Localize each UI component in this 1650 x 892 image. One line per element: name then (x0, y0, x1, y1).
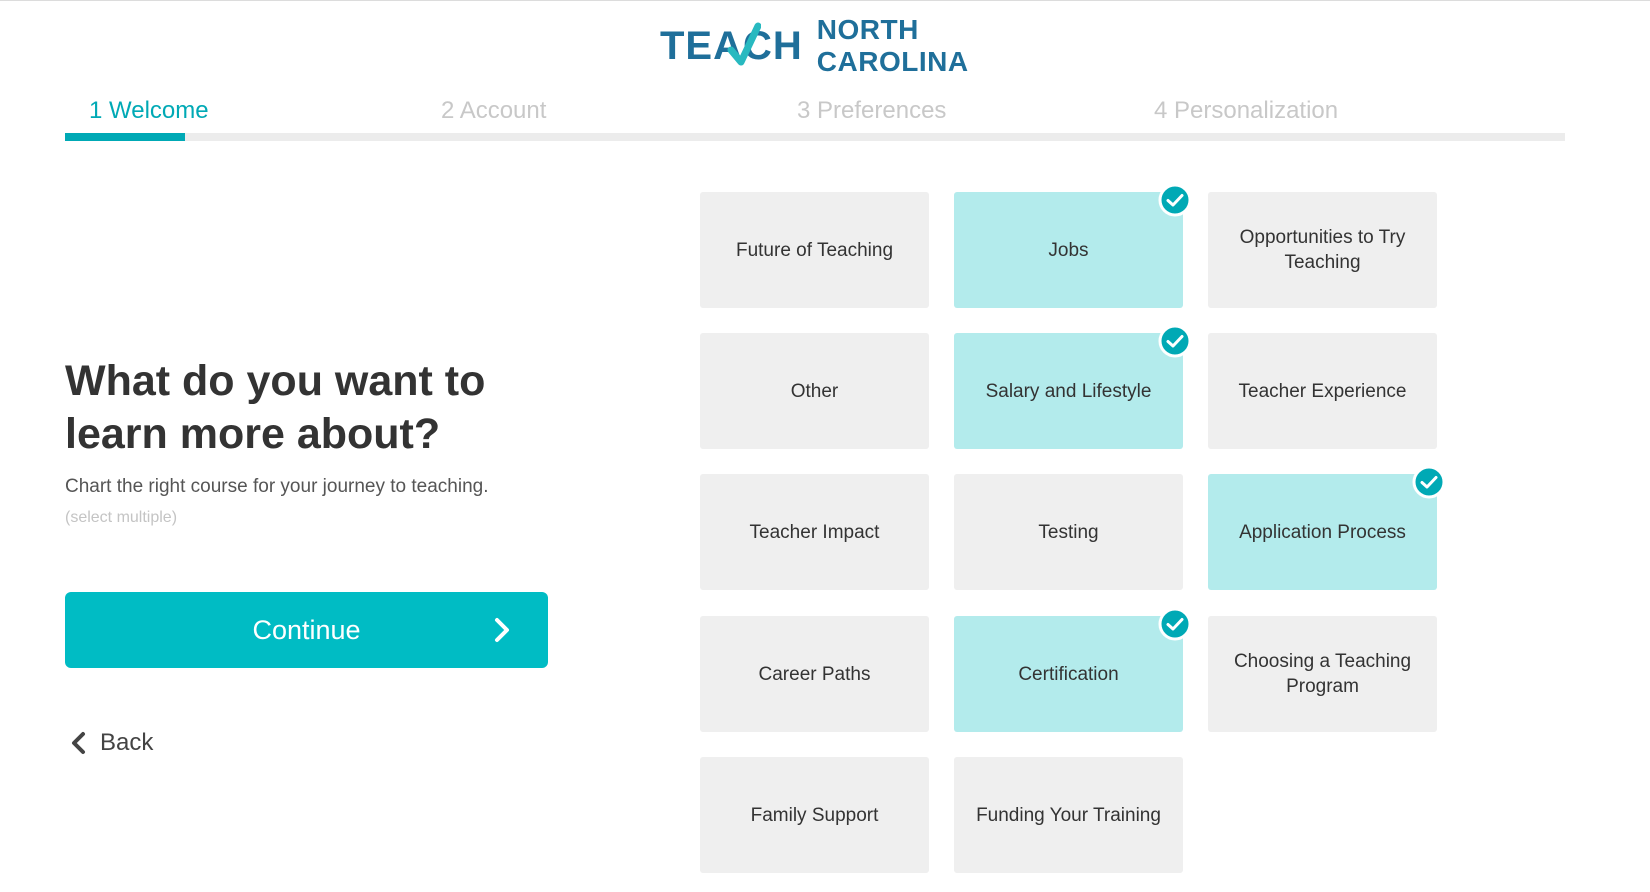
topic-label: Funding Your Training (976, 804, 1161, 826)
topic-tile-funding-your-training[interactable]: Funding Your Training (954, 757, 1183, 873)
topic-label: Family Support (750, 804, 879, 826)
chevron-left-icon (72, 732, 85, 754)
teach-nc-logo: TEACH NORTH CAROLINA (660, 13, 969, 79)
topic-tile-application-process[interactable]: Application Process (1208, 465, 1446, 590)
topic-tile-certification[interactable]: Certification (954, 607, 1192, 732)
check-circle-icon (1158, 324, 1192, 358)
topic-label: Certification (1018, 663, 1119, 685)
logo-teach-wordmark: TEACH (660, 22, 803, 66)
logo-state-line1: NORTH (816, 13, 919, 45)
topic-tile-choosing-a-teaching-program[interactable]: Choosing a Teaching Program (1208, 616, 1437, 732)
step-welcome[interactable]: 1 Welcome (89, 97, 209, 125)
topic-tile-teacher-experience[interactable]: Teacher Experience (1208, 333, 1437, 449)
checkmark-icon (727, 22, 761, 66)
topic-tile-career-paths[interactable]: Career Paths (700, 616, 929, 732)
topic-tile-salary-and-lifestyle[interactable]: Salary and Lifestyle (954, 324, 1192, 449)
step-progress: 1 Welcome 2 Account 3 Preferences 4 Pers… (65, 97, 1565, 142)
select-multiple-hint: (select multiple) (65, 509, 178, 526)
topic-label: Future of Teaching (735, 239, 894, 261)
topic-label: Salary and Lifestyle (985, 380, 1152, 402)
step-account[interactable]: 2 Account (441, 97, 546, 125)
topic-label: Teacher Impact (749, 521, 880, 543)
topic-label: Jobs (1048, 239, 1089, 261)
topic-label: Opportunities to Try Teaching (1239, 227, 1406, 273)
topic-tile-future-of-teaching[interactable]: Future of Teaching (700, 192, 929, 308)
progress-fill (65, 133, 185, 141)
topic-tile-family-support[interactable]: Family Support (700, 757, 929, 873)
onboarding-page: TEACH NORTH CAROLINA 1 Welcome 2 Account… (0, 0, 1650, 892)
chevron-right-icon (495, 618, 509, 642)
topic-label: Career Paths (758, 663, 871, 685)
topic-tile-teacher-impact[interactable]: Teacher Impact (700, 474, 929, 590)
continue-button[interactable]: Continue (65, 592, 548, 668)
logo-state-name: NORTH CAROLINA (817, 14, 969, 79)
topic-tile-opportunities-to-try-teaching[interactable]: Opportunities to Try Teaching (1208, 192, 1437, 308)
topic-tile-jobs[interactable]: Jobs (954, 183, 1192, 308)
logo-state-line2: CAROLINA (816, 46, 969, 77)
page-subtitle: Chart the right course for your journey … (65, 476, 489, 497)
check-circle-icon (1158, 607, 1192, 641)
step-preferences[interactable]: 3 Preferences (797, 97, 946, 125)
step-personalization[interactable]: 4 Personalization (1154, 97, 1338, 125)
topic-label: Teacher Experience (1238, 380, 1407, 402)
back-link[interactable]: Back (68, 729, 153, 757)
topic-label: Testing (1038, 521, 1099, 543)
topic-label: Other (790, 380, 839, 402)
progress-track (65, 133, 1565, 141)
page-title: What do you want to learn more about? (65, 357, 486, 458)
continue-button-label: Continue (252, 614, 361, 645)
topic-tile-other[interactable]: Other (700, 333, 929, 449)
topic-tile-testing[interactable]: Testing (954, 474, 1183, 590)
topic-label: Choosing a Teaching Program (1233, 651, 1412, 697)
back-link-label: Back (100, 729, 154, 756)
check-circle-icon (1412, 465, 1446, 499)
topic-label: Application Process (1239, 521, 1406, 543)
check-circle-icon (1158, 183, 1192, 217)
